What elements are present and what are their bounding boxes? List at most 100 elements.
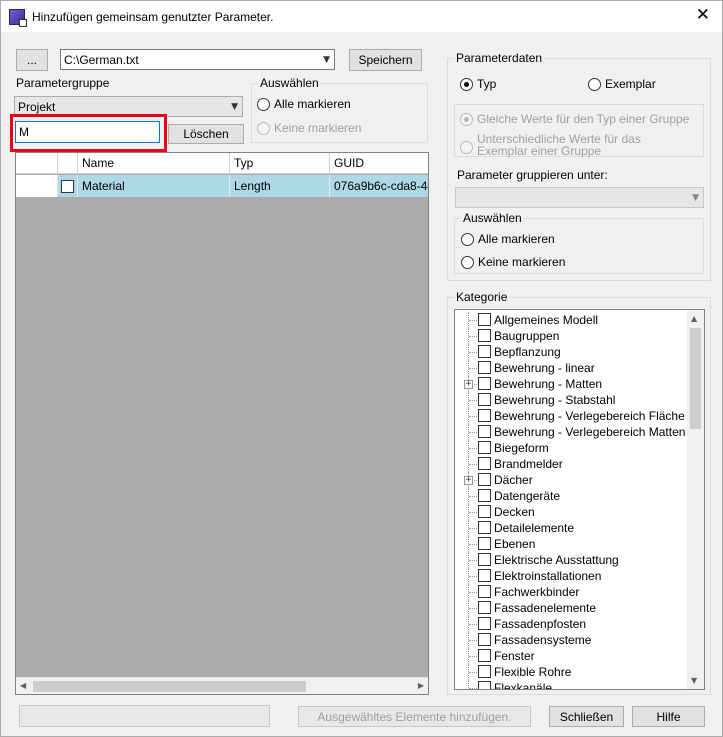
list-item[interactable]: Fassadenpfosten	[455, 616, 689, 632]
list-item[interactable]: Ebenen	[455, 536, 689, 552]
list-item[interactable]: Datengeräte	[455, 488, 689, 504]
radio-circle[interactable]	[461, 232, 474, 246]
chevron-down-icon[interactable]: ▼	[692, 193, 699, 203]
category-checkbox[interactable]	[478, 377, 491, 390]
category-checkbox[interactable]	[478, 361, 491, 374]
filter-input[interactable]: M	[15, 121, 160, 143]
category-checkbox[interactable]	[478, 521, 491, 534]
category-checkbox[interactable]	[478, 473, 491, 486]
scroll-up-icon[interactable]: ▲	[691, 314, 697, 323]
category-checkbox[interactable]	[478, 425, 491, 438]
scroll-right-icon[interactable]: ▶	[418, 681, 424, 690]
row-header[interactable]	[16, 175, 58, 197]
list-item[interactable]: Fassadenelemente	[455, 600, 689, 616]
row-checkbox[interactable]	[61, 179, 74, 193]
expand-icon[interactable]: +	[464, 476, 473, 485]
file-path-combo[interactable]: C:\German.txt ▼	[60, 49, 335, 70]
list-item[interactable]: Biegeform	[455, 440, 689, 456]
category-checkbox[interactable]	[478, 329, 491, 342]
list-item[interactable]: Bewehrung - Verlegebereich Fläche	[455, 408, 689, 424]
list-item[interactable]: Elektrische Ausstattung	[455, 552, 689, 568]
category-checkbox[interactable]	[478, 409, 491, 422]
category-checkbox[interactable]	[478, 569, 491, 582]
row-guid[interactable]: 076a9b6c-cda8-44ea	[330, 175, 428, 197]
list-item[interactable]: Flexkanäle	[455, 680, 689, 689]
list-item[interactable]: Fachwerkbinder	[455, 584, 689, 600]
list-item[interactable]: Fenster	[455, 648, 689, 664]
title-bar[interactable]: Hinzufügen gemeinsam genutzter Parameter…	[1, 1, 722, 32]
radio-circle[interactable]	[460, 112, 473, 126]
list-item[interactable]: Detailelemente	[455, 520, 689, 536]
expand-icon[interactable]: +	[464, 380, 473, 389]
radio-circle[interactable]	[461, 255, 474, 269]
list-item[interactable]: Flexible Rohre	[455, 664, 689, 680]
category-checkbox[interactable]	[478, 345, 491, 358]
chevron-down-icon[interactable]: ▼	[231, 102, 238, 112]
save-button[interactable]: Speichern	[349, 49, 422, 71]
grid-header-type[interactable]: Typ	[230, 153, 330, 173]
list-item[interactable]: Bewehrung - Stabstahl	[455, 392, 689, 408]
category-checkbox[interactable]	[478, 649, 491, 662]
scroll-down-icon[interactable]: ▼	[691, 676, 697, 685]
group-under-combo[interactable]: ▼	[455, 187, 704, 208]
add-selected-button[interactable]: Ausgewähltes Elemente hinzufügen.	[298, 706, 531, 727]
category-checkbox[interactable]	[478, 313, 491, 326]
table-row[interactable]: Material Length 076a9b6c-cda8-44ea	[16, 175, 428, 197]
radio-circle[interactable]	[588, 77, 601, 91]
category-checkbox[interactable]	[478, 665, 491, 678]
grid-header-name[interactable]: Name	[78, 153, 230, 173]
category-checkbox[interactable]	[478, 393, 491, 406]
list-item[interactable]: + Dächer	[455, 472, 689, 488]
list-item[interactable]: Brandmelder	[455, 456, 689, 472]
list-item[interactable]: + Bewehrung - Matten	[455, 376, 689, 392]
list-item[interactable]: Decken	[455, 504, 689, 520]
category-checkbox[interactable]	[478, 617, 491, 630]
clear-button[interactable]: Löschen	[168, 124, 244, 144]
radio-circle[interactable]	[257, 121, 270, 135]
close-icon[interactable]: ✕	[696, 5, 710, 25]
list-item[interactable]: Bewehrung - linear	[455, 360, 689, 376]
list-item[interactable]: Elektroinstallationen	[455, 568, 689, 584]
radio-circle[interactable]	[460, 77, 473, 91]
scroll-left-icon[interactable]: ◀	[20, 681, 26, 690]
category-tree[interactable]: Allgemeines Modell Baugruppen Bepflanzung B…	[454, 309, 705, 690]
grid-header-guid[interactable]: GUID	[330, 153, 428, 173]
type-radio[interactable]: Typ	[460, 77, 496, 91]
category-checkbox[interactable]	[478, 601, 491, 614]
list-item[interactable]: Fassadensysteme	[455, 632, 689, 648]
select-left-all-radio[interactable]: Alle markieren	[257, 97, 351, 111]
scroll-thumb[interactable]	[33, 681, 306, 692]
category-checkbox[interactable]	[478, 457, 491, 470]
chevron-down-icon[interactable]: ▼	[323, 55, 330, 65]
row-check-cell[interactable]	[58, 175, 78, 197]
category-checkbox[interactable]	[478, 441, 491, 454]
list-item[interactable]: Bewehrung - Verlegebereich Matten	[455, 424, 689, 440]
vertical-scrollbar[interactable]: ▲ ▼	[687, 310, 704, 689]
row-name[interactable]: Material	[78, 175, 230, 197]
category-checkbox[interactable]	[478, 633, 491, 646]
instance-radio[interactable]: Exemplar	[588, 77, 656, 91]
horizontal-scrollbar[interactable]: ◀ ▶	[16, 677, 428, 694]
close-button[interactable]: Schließen	[549, 706, 624, 727]
radio-circle[interactable]	[460, 141, 473, 154]
select-right-all-radio[interactable]: Alle markieren	[461, 232, 555, 246]
radio-circle[interactable]	[257, 97, 270, 111]
select-right-none-radio[interactable]: Keine markieren	[461, 255, 565, 269]
list-item[interactable]: Baugruppen	[455, 328, 689, 344]
category-checkbox[interactable]	[478, 489, 491, 502]
list-item[interactable]: Bepflanzung	[455, 344, 689, 360]
list-item[interactable]: Allgemeines Modell	[455, 312, 689, 328]
diff-values-radio[interactable]: Unterschiedliche Werte für das Exemplar …	[460, 133, 641, 157]
category-checkbox[interactable]	[478, 681, 491, 689]
category-checkbox[interactable]	[478, 585, 491, 598]
category-checkbox[interactable]	[478, 537, 491, 550]
category-checkbox[interactable]	[478, 553, 491, 566]
select-left-none-radio[interactable]: Keine markieren	[257, 121, 361, 135]
same-values-radio[interactable]: Gleiche Werte für den Typ einer Gruppe	[460, 112, 689, 126]
row-type[interactable]: Length	[230, 175, 330, 197]
help-button[interactable]: Hilfe	[632, 706, 705, 727]
browse-button[interactable]: ...	[16, 49, 48, 71]
category-checkbox[interactable]	[478, 505, 491, 518]
category-label: Ebenen	[494, 537, 536, 551]
scroll-thumb[interactable]	[690, 328, 701, 429]
